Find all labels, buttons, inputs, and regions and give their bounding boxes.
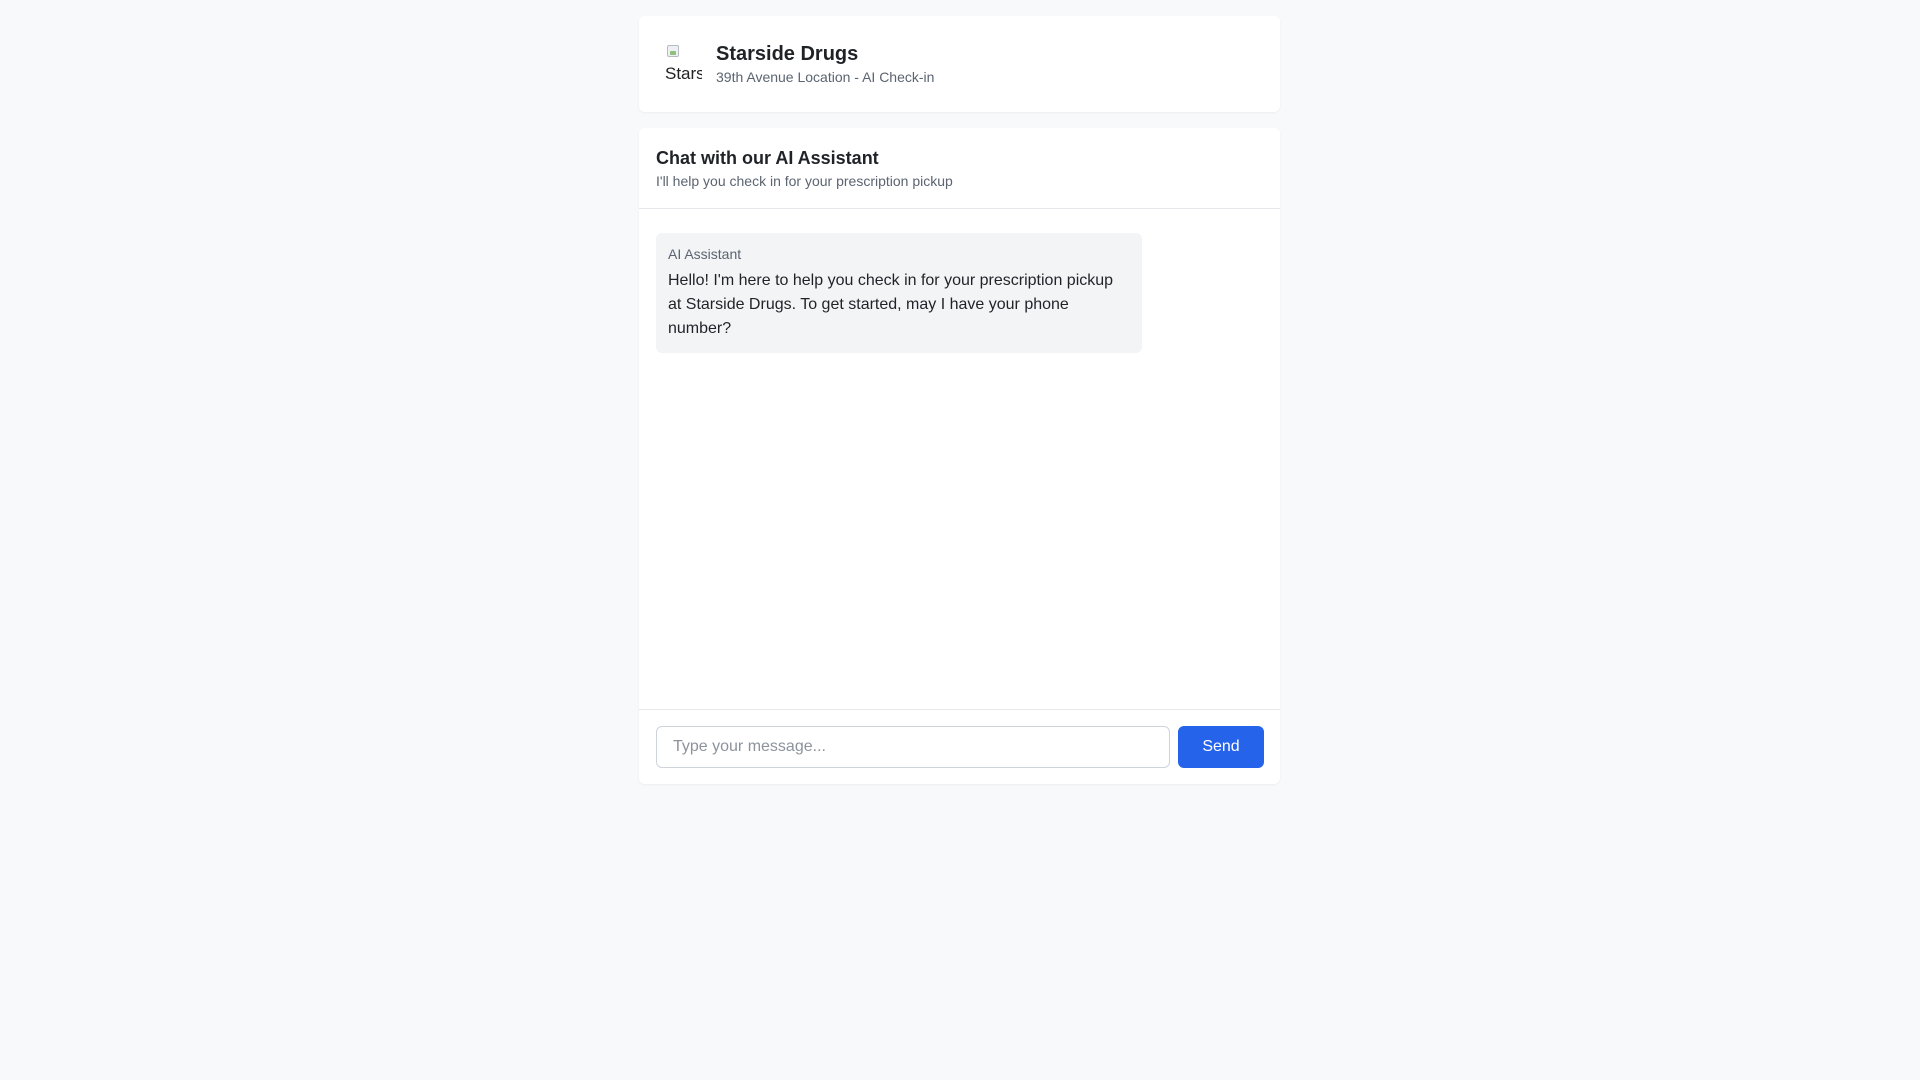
logo-alt-text: Starside Drugs bbox=[665, 64, 702, 83]
store-name: Starside Drugs bbox=[716, 43, 859, 65]
message-composer: Send bbox=[639, 709, 1280, 784]
message-text: Hello! I'm here to help you check in for… bbox=[668, 272, 1114, 337]
checkin-page: Starside Drugs Starside Drugs 39th Avenu… bbox=[639, 16, 1280, 784]
store-info: Starside Drugs 39th Avenue Location - AI… bbox=[716, 42, 934, 86]
message-input[interactable] bbox=[656, 726, 1170, 768]
assistant-message: AI Assistant Hello! I'm here to help you… bbox=[656, 233, 1142, 353]
chat-panel: Chat with our AI Assistant I'll help you… bbox=[639, 128, 1280, 784]
message-list[interactable]: AI Assistant Hello! I'm here to help you… bbox=[639, 209, 1280, 709]
store-logo: Starside Drugs bbox=[664, 45, 702, 83]
chat-title: Chat with our AI Assistant bbox=[656, 148, 879, 168]
store-location: 39th Avenue Location - AI Check-in bbox=[716, 69, 935, 85]
chat-subtitle: I'll help you check in for your prescrip… bbox=[656, 173, 953, 189]
chat-header: Chat with our AI Assistant I'll help you… bbox=[639, 128, 1280, 209]
message-sender: AI Assistant bbox=[668, 246, 742, 262]
broken-image-icon bbox=[667, 45, 679, 57]
store-header: Starside Drugs Starside Drugs 39th Avenu… bbox=[639, 16, 1280, 112]
send-button[interactable]: Send bbox=[1178, 726, 1264, 768]
